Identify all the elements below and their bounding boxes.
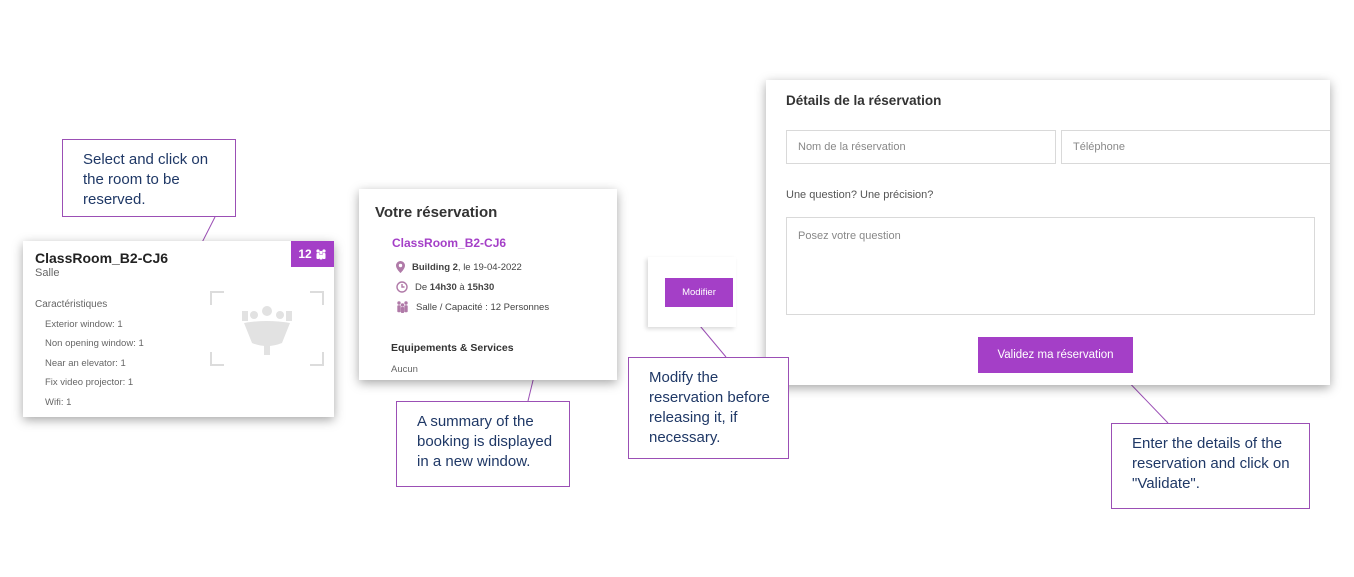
room-card[interactable]: ClassRoom_B2-CJ6 Salle 12 Caractéristiqu…: [23, 241, 334, 417]
summary-capacity: Salle / Capacité : 12 Personnes: [416, 301, 550, 313]
summary-capacity-row: Salle / Capacité : 12 Personnes: [396, 301, 549, 313]
room-name: ClassRoom_B2-CJ6: [35, 250, 169, 266]
features-title: Caractéristiques: [35, 299, 108, 310]
capacity-badge: 12: [291, 241, 334, 267]
reservation-name-input[interactable]: Nom de la réservation: [786, 130, 1056, 164]
feature-item: Exterior window: 1: [45, 319, 123, 330]
summary-time-prefix: De: [415, 281, 430, 293]
callout-summary: A summary of the booking is displayed in…: [396, 401, 570, 487]
phone-input[interactable]: Téléphone: [1061, 130, 1330, 164]
summary-time-end: 15h30: [467, 281, 495, 293]
room-placeholder-image: [210, 291, 324, 366]
feature-item: Wifi: 1: [45, 397, 72, 408]
question-textarea[interactable]: Posez votre question: [786, 217, 1315, 315]
location-pin-icon: [396, 261, 405, 273]
modify-button[interactable]: Modifier: [665, 278, 733, 307]
summary-time-row: De 14h30 à 15h30: [396, 281, 494, 293]
summary-time-start: 14h30: [429, 281, 457, 293]
feature-item: Fix video projector: 1: [45, 377, 134, 388]
equipment-value: Aucun: [391, 364, 418, 375]
reservation-details-form: Détails de la réservation Nom de la rése…: [766, 80, 1330, 385]
question-label: Une question? Une précision?: [786, 189, 934, 201]
summary-title: Votre réservation: [375, 204, 498, 221]
reservation-summary-card: Votre réservation ClassRoom_B2-CJ6 Build…: [359, 189, 617, 380]
feature-item: Near an elevator: 1: [45, 358, 126, 369]
capacity-value: 12: [298, 247, 312, 261]
validate-button[interactable]: Validez ma réservation: [978, 337, 1133, 373]
people-icon: [397, 301, 408, 313]
callout-validate: Enter the details of the reservation and…: [1111, 423, 1310, 509]
summary-date: , le 19-04-2022: [457, 261, 522, 273]
form-title: Détails de la réservation: [786, 93, 942, 108]
people-icon: [316, 248, 326, 259]
callout-select-room: Select and click on the room to be reser…: [62, 139, 236, 217]
equipment-title: Equipements & Services: [391, 342, 514, 354]
feature-item: Non opening window: 1: [45, 338, 144, 349]
room-type: Salle: [35, 267, 60, 279]
summary-room-name[interactable]: ClassRoom_B2-CJ6: [392, 236, 506, 250]
clock-icon: [396, 281, 408, 293]
summary-location-row: Building 2, le 19-04-2022: [396, 261, 522, 273]
callout-modify: Modify the reservation before releasing …: [628, 357, 789, 459]
summary-building: Building 2: [412, 261, 458, 273]
summary-time-sep: à: [456, 281, 468, 293]
